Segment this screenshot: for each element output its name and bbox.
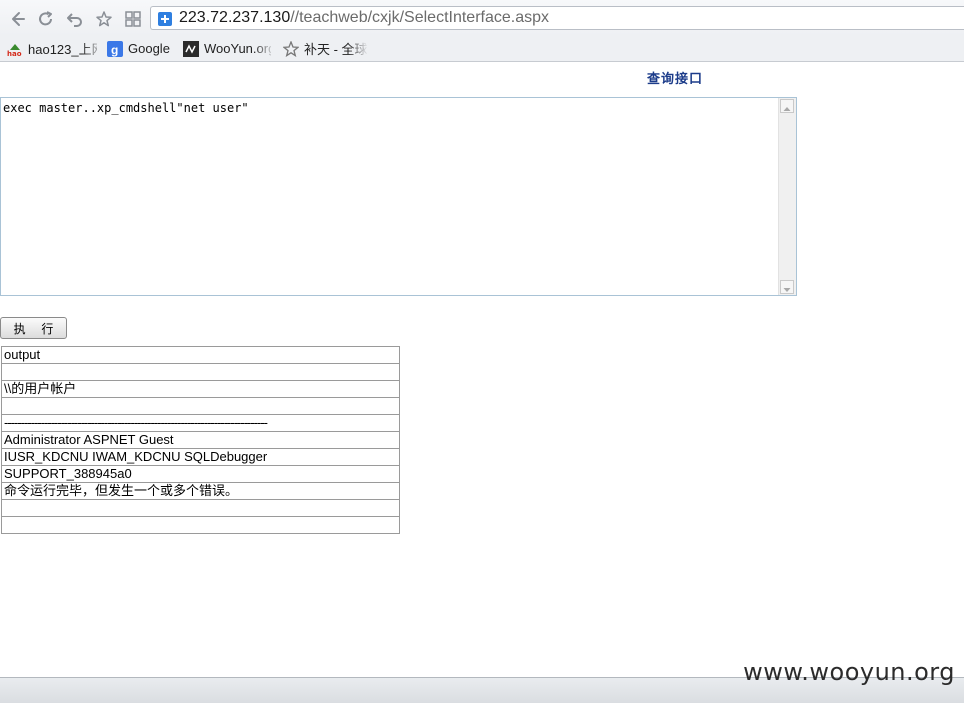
url-host: 223.72.237.130 bbox=[179, 9, 291, 26]
bookmark-label: WooYun.org bbox=[204, 41, 271, 56]
table-row bbox=[1, 397, 400, 415]
table-row: Administrator ASPNET Guest bbox=[1, 431, 400, 449]
table-cell: SUPPORT_388945a0 bbox=[1, 465, 400, 483]
bookmark-label: hao123_上网 bbox=[28, 42, 97, 57]
column-header: output bbox=[1, 346, 400, 364]
table-header-row: output bbox=[1, 346, 400, 364]
scroll-up-icon[interactable] bbox=[780, 99, 794, 113]
watermark: www.wooyun.org bbox=[743, 658, 955, 686]
execute-button[interactable]: 执 行 bbox=[0, 317, 67, 339]
table-cell bbox=[1, 499, 400, 517]
table-row: SUPPORT_388945a0 bbox=[1, 465, 400, 483]
url-text[interactable]: 223.72.237.130//teachweb/cxjk/SelectInte… bbox=[179, 8, 549, 28]
table-cell bbox=[1, 397, 400, 415]
table-row: \\的用户帐户 bbox=[1, 380, 400, 398]
scrollbar[interactable] bbox=[778, 98, 796, 295]
favorite-star-icon[interactable] bbox=[93, 8, 115, 30]
address-bar[interactable]: 223.72.237.130//teachweb/cxjk/SelectInte… bbox=[150, 6, 964, 30]
bookmark-butian[interactable]: 补天 - 全球 bbox=[283, 39, 373, 58]
table-cell: \\的用户帐户 bbox=[1, 380, 400, 398]
sql-query-input[interactable]: exec master..xp_cmdshell"net user" bbox=[1, 98, 779, 295]
svg-text:hao: hao bbox=[7, 50, 22, 57]
table-cell: 命令运行完毕，但发生一个或多个错误。 bbox=[1, 482, 400, 500]
table-row bbox=[1, 499, 400, 517]
table-row bbox=[1, 363, 400, 381]
hao123-icon: hao bbox=[7, 41, 23, 58]
butian-icon bbox=[283, 39, 300, 57]
page-title: 查询接口 bbox=[647, 72, 704, 87]
table-row: 命令运行完毕，但发生一个或多个错误。 bbox=[1, 482, 400, 500]
wooyun-icon bbox=[183, 40, 199, 57]
bookmark-google[interactable]: g Google bbox=[107, 39, 177, 58]
url-path: //teachweb/cxjk/SelectInterface.aspx bbox=[290, 9, 550, 26]
bookmark-hao123[interactable]: hao hao123_上网 bbox=[7, 39, 97, 58]
browser-toolbar: 223.72.237.130//teachweb/cxjk/SelectInte… bbox=[0, 0, 964, 36]
google-icon: g bbox=[107, 40, 123, 57]
table-row: IUSR_KDCNU IWAM_KDCNU SQLDebugger bbox=[1, 448, 400, 466]
apps-grid-icon[interactable] bbox=[122, 8, 144, 30]
undo-close-icon[interactable] bbox=[64, 8, 86, 30]
svg-text:g: g bbox=[111, 43, 118, 57]
bookmark-label: Google bbox=[128, 41, 170, 56]
table-row: ----------------------------------------… bbox=[1, 414, 400, 432]
bookmarks-bar: hao hao123_上网 g Google WooYun.org 补天 - 全… bbox=[0, 36, 964, 62]
table-cell bbox=[1, 516, 400, 534]
bookmark-wooyun[interactable]: WooYun.org bbox=[183, 39, 271, 58]
back-icon[interactable] bbox=[6, 8, 28, 30]
table-cell: IUSR_KDCNU IWAM_KDCNU SQLDebugger bbox=[1, 448, 400, 466]
scroll-down-icon[interactable] bbox=[780, 280, 794, 294]
bookmark-label: 补天 - 全球 bbox=[304, 42, 368, 57]
table-row bbox=[1, 516, 400, 534]
result-table: output \\的用户帐户 -------------------------… bbox=[1, 346, 400, 534]
table-cell: Administrator ASPNET Guest bbox=[1, 431, 400, 449]
refresh-icon[interactable] bbox=[35, 8, 57, 30]
table-cell: ----------------------------------------… bbox=[1, 414, 400, 432]
sql-query-box: exec master..xp_cmdshell"net user" bbox=[0, 97, 797, 296]
table-cell bbox=[1, 363, 400, 381]
security-shield-icon bbox=[158, 11, 172, 30]
